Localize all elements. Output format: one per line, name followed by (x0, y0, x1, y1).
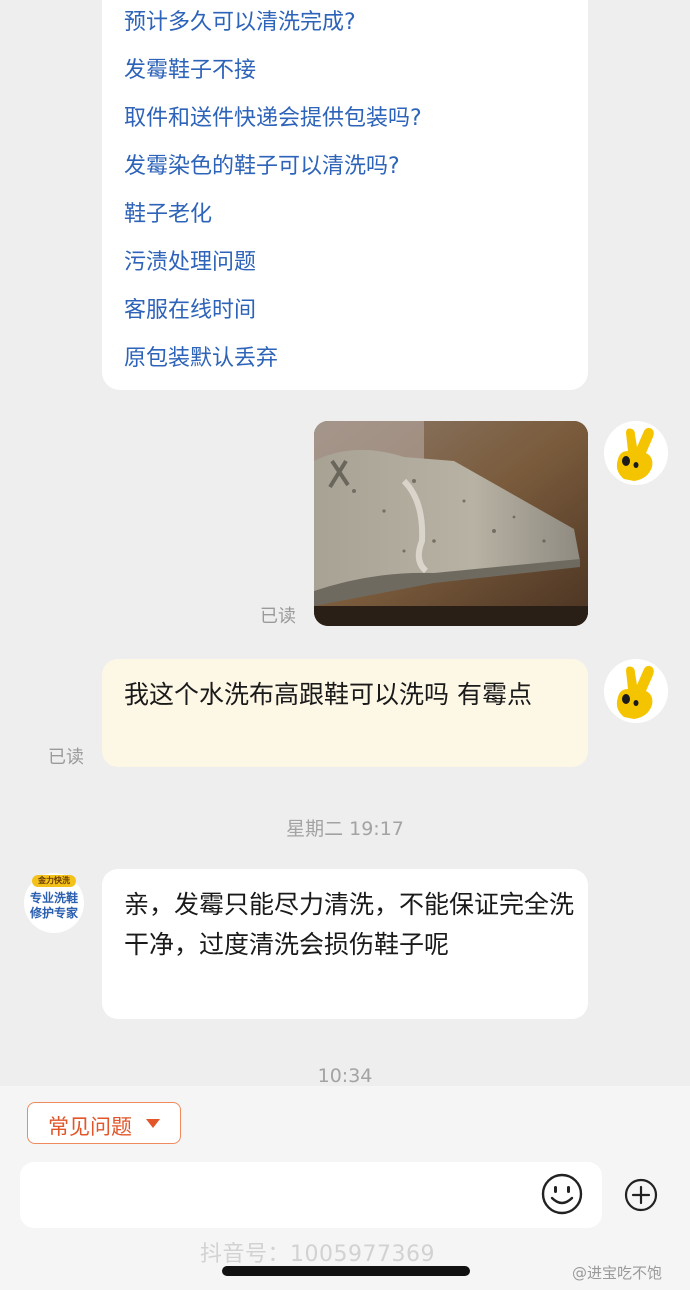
shop-badge: 金力快洗 (32, 875, 76, 887)
user-avatar[interactable] (604, 421, 668, 485)
shop-message-text: 亲，发霉只能尽力清洗，不能保证完全洗干净，过度清洗会损伤鞋子呢 (124, 890, 575, 959)
time-divider: 10:34 (317, 1065, 373, 1087)
moldy-shoe-image (314, 421, 588, 626)
shoe-photo[interactable] (314, 421, 588, 626)
watermark-weibo: @进宝吃不饱 (572, 1264, 663, 1282)
faq-item-service-hours[interactable]: 客服在线时间 (124, 292, 256, 324)
plus-circle-icon[interactable] (624, 1178, 658, 1212)
shop-message-bubble[interactable]: 亲，发霉只能尽力清洗，不能保证完全洗干净，过度清洗会损伤鞋子呢 (102, 869, 588, 1019)
faq-item-finish-time[interactable]: 预计多久可以清洗完成? (124, 4, 356, 36)
faq-quick-button[interactable]: 常见问题 (27, 1102, 181, 1144)
smile-icon[interactable] (540, 1172, 584, 1216)
faq-item-mold-not-accepted[interactable]: 发霉鞋子不接 (124, 52, 256, 84)
shop-avatar[interactable]: 金力快洗 专业洗鞋 修护专家 (24, 873, 84, 933)
peace-hand-icon (616, 665, 654, 719)
user-avatar[interactable] (604, 659, 668, 723)
faq-item-stain[interactable]: 污渍处理问题 (124, 244, 256, 276)
read-status: 已读 (260, 606, 296, 627)
user-message-text: 我这个水洗布高跟鞋可以洗吗 有霉点 (124, 680, 532, 709)
caret-down-icon (146, 1119, 160, 1128)
faq-item-original-packaging[interactable]: 原包装默认丢弃 (124, 340, 278, 372)
message-input[interactable] (20, 1162, 602, 1228)
home-indicator[interactable] (222, 1266, 470, 1276)
shop-avatar-line: 修护专家 (29, 906, 78, 920)
user-message-bubble[interactable]: 我这个水洗布高跟鞋可以洗吗 有霉点 (102, 659, 588, 767)
shop-avatar-line: 专业洗鞋 (29, 891, 78, 905)
watermark-douyin: 抖音号：1005977369 (200, 1242, 435, 1267)
faq-item-packaging[interactable]: 取件和送件快递会提供包装吗? (124, 100, 422, 132)
time-divider: 星期二 19:17 (286, 818, 404, 840)
faq-quick-button-label: 常见问题 (48, 1115, 132, 1139)
faq-item-aging[interactable]: 鞋子老化 (124, 196, 212, 228)
faq-item-mold-stain[interactable]: 发霉染色的鞋子可以清洗吗? (124, 148, 400, 180)
peace-hand-icon (616, 427, 654, 481)
read-status: 已读 (48, 747, 84, 768)
